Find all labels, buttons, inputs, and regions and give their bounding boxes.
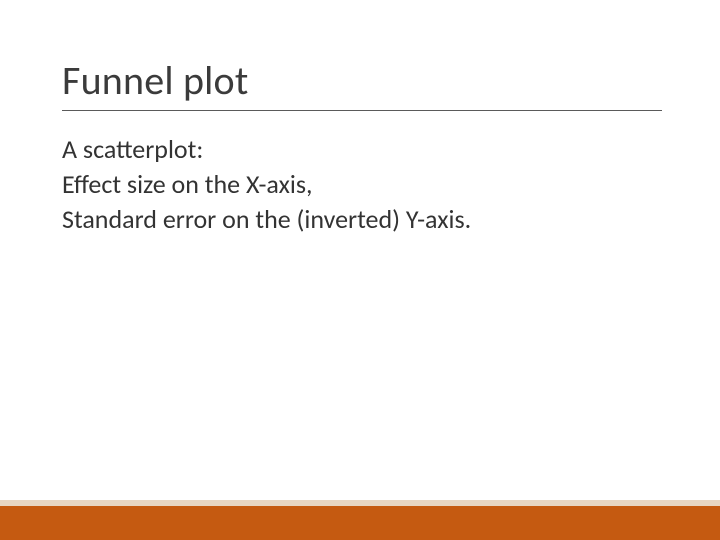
body-line-1: A scatterplot: [62,132,662,167]
footer-bar [0,506,720,540]
body-line-3: Standard error on the (inverted) Y-axis. [62,202,662,237]
slide-title: Funnel plot [62,56,248,105]
slide: Funnel plot A scatterplot: Effect size o… [0,0,720,540]
body-line-2: Effect size on the X-axis, [62,167,662,202]
title-underline [62,110,662,111]
slide-body: A scatterplot: Effect size on the X-axis… [62,132,662,237]
